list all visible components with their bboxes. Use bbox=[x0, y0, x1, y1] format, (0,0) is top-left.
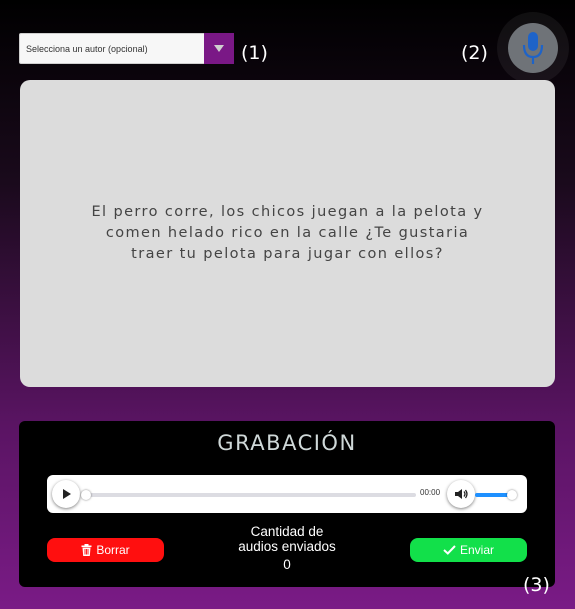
playback-time: 00:00 bbox=[420, 488, 441, 497]
microphone-button[interactable] bbox=[508, 23, 558, 73]
counter-label-line2: audios enviados bbox=[238, 539, 336, 554]
send-button[interactable]: Enviar bbox=[410, 538, 527, 562]
play-button[interactable] bbox=[52, 480, 80, 508]
volume-button[interactable] bbox=[447, 480, 475, 508]
annotation-marker-3: (3) bbox=[523, 574, 550, 596]
delete-button[interactable]: Borrar bbox=[47, 538, 164, 562]
seek-bar[interactable] bbox=[81, 490, 416, 500]
seek-handle[interactable] bbox=[81, 490, 91, 500]
annotation-marker-2: (2) bbox=[461, 42, 488, 64]
author-select[interactable]: Selecciona un autor (opcional) bbox=[19, 33, 234, 64]
recording-title: GRABACIÓN bbox=[217, 431, 357, 455]
volume-icon bbox=[455, 489, 468, 499]
check-icon bbox=[443, 545, 456, 555]
volume-slider[interactable] bbox=[475, 490, 518, 500]
triangle-down-icon bbox=[214, 45, 224, 52]
annotation-marker-1: (1) bbox=[241, 42, 268, 64]
delete-button-label: Borrar bbox=[96, 543, 130, 557]
reading-text-panel: El perro corre, los chicos juegan a la p… bbox=[20, 80, 555, 387]
sent-audios-counter: Cantidad de audios enviados 0 bbox=[219, 524, 355, 572]
microphone-button-halo bbox=[497, 12, 569, 84]
volume-handle[interactable] bbox=[507, 490, 518, 500]
trash-icon bbox=[81, 544, 92, 556]
counter-label-line1: Cantidad de bbox=[250, 524, 324, 539]
reading-text: El perro corre, los chicos juegan a la p… bbox=[91, 204, 484, 262]
microphone-icon bbox=[522, 32, 544, 64]
counter-value: 0 bbox=[283, 557, 291, 572]
author-select-label: Selecciona un autor (opcional) bbox=[26, 43, 148, 54]
select-dropdown-button[interactable] bbox=[204, 33, 234, 64]
audio-player: 00:00 bbox=[47, 475, 527, 513]
send-button-label: Enviar bbox=[459, 543, 494, 557]
recording-panel: GRABACIÓN 00:00 Borrar Cantidad de audio… bbox=[19, 421, 555, 587]
play-icon bbox=[63, 489, 71, 499]
